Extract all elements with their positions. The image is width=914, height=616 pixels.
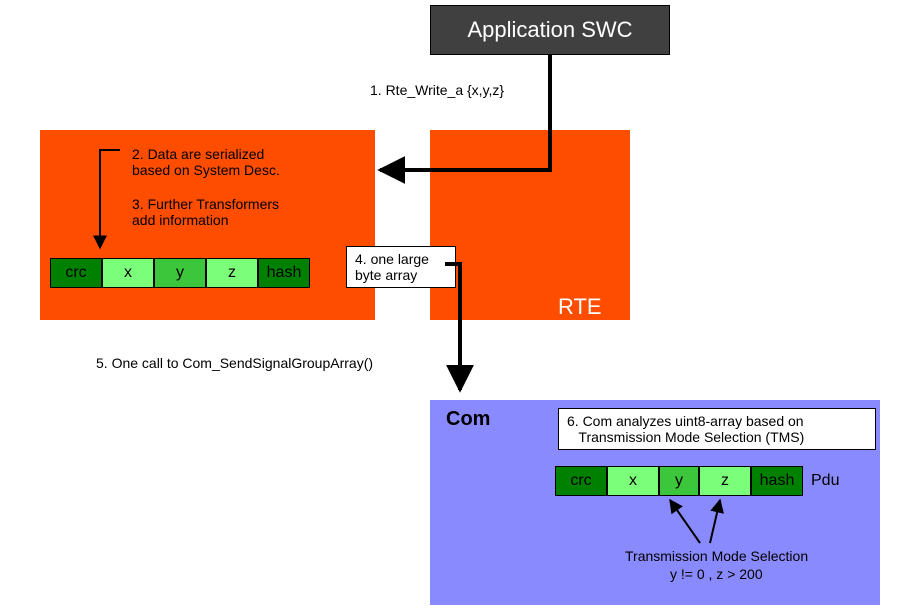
step-4-note: 4. one large byte array (346, 246, 456, 288)
pdu-rte-x: x (102, 258, 154, 288)
pdu-com-z: z (699, 466, 751, 496)
pdu-com-hash: hash (751, 466, 803, 496)
pdu-rte: crc x y z hash (50, 258, 310, 288)
tms-condition: y != 0 , z > 200 (670, 566, 763, 582)
tms-title: Transmission Mode Selection (625, 548, 808, 564)
pdu-rte-z: z (206, 258, 258, 288)
step-2-text: 2. Data are serialized based on System D… (132, 146, 280, 178)
pdu-com-y: y (659, 466, 699, 496)
step-4-text: 4. one large byte array (355, 251, 429, 283)
application-swc-box: Application SWC (430, 5, 670, 55)
pdu-com-label: Pdu (811, 472, 839, 490)
diagram-root: Application SWC 1. Rte_Write_a {x,y,z} R… (0, 0, 914, 616)
step-5-text: 5. One call to Com_SendSignalGroupArray(… (96, 355, 373, 371)
rte-right-block (430, 130, 630, 320)
pdu-com-x: x (607, 466, 659, 496)
com-label: Com (446, 408, 490, 431)
pdu-com-crc: crc (555, 466, 607, 496)
step-6-note: 6. Com analyzes uint8-array based on Tra… (558, 408, 876, 450)
pdu-rte-crc: crc (50, 258, 102, 288)
step-3-text: 3. Further Transformers add information (132, 196, 279, 228)
step-6-text: 6. Com analyzes uint8-array based on Tra… (567, 413, 804, 445)
pdu-com: crc x y z hash Pdu (555, 466, 839, 496)
pdu-rte-y: y (154, 258, 206, 288)
pdu-rte-hash: hash (258, 258, 310, 288)
step-1-text: 1. Rte_Write_a {x,y,z} (370, 82, 504, 98)
application-swc-label: Application SWC (467, 17, 632, 43)
rte-label: RTE (558, 294, 602, 320)
